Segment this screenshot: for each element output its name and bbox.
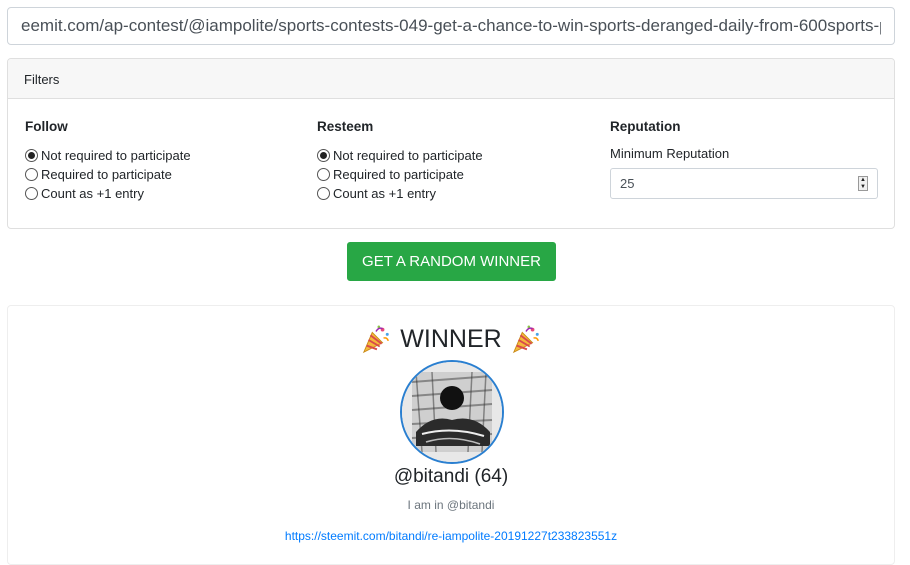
get-random-winner-button[interactable]: GET A RANDOM WINNER	[347, 242, 556, 281]
party-popper-icon	[363, 325, 390, 354]
radio-button[interactable]	[317, 168, 330, 181]
option-label: Not required to participate	[333, 148, 483, 163]
follow-option-not-required[interactable]: Not required to participate	[25, 146, 191, 165]
option-label: Count as +1 entry	[333, 186, 436, 201]
party-popper-icon	[512, 325, 539, 354]
resteem-title: Resteem	[317, 119, 374, 134]
follow-option-extra-entry[interactable]: Count as +1 entry	[25, 184, 191, 203]
minimum-reputation-input[interactable]: 25 ▲ ▼	[610, 168, 878, 199]
winner-heading: WINNER	[8, 324, 894, 354]
resteem-filter: Resteem Not required to participate Requ…	[317, 119, 483, 203]
resteem-option-required[interactable]: Required to participate	[317, 165, 483, 184]
avatar-image	[402, 362, 502, 462]
reputation-title: Reputation	[610, 119, 681, 134]
option-label: Not required to participate	[41, 148, 191, 163]
radio-button[interactable]	[25, 187, 38, 200]
contest-url-input[interactable]	[7, 7, 895, 45]
resteem-option-not-required[interactable]: Not required to participate	[317, 146, 483, 165]
winner-comment-link[interactable]: https://steemit.com/bitandi/re-iampolite…	[8, 529, 894, 543]
radio-button[interactable]	[25, 149, 38, 162]
option-label: Required to participate	[41, 167, 172, 182]
radio-button[interactable]	[317, 187, 330, 200]
winner-avatar	[400, 360, 504, 464]
radio-button[interactable]	[25, 168, 38, 181]
radio-button[interactable]	[317, 149, 330, 162]
spinner-up-icon[interactable]: ▲	[859, 177, 867, 184]
filters-card: Filters Follow Not required to participa…	[7, 58, 895, 229]
follow-title: Follow	[25, 119, 68, 134]
winner-comment: I am in @bitandi	[407, 498, 495, 512]
spinner-down-icon[interactable]: ▼	[859, 184, 867, 191]
winner-card: WINNER @bitandi (64) I am in @bitandi ht…	[7, 305, 895, 565]
minimum-reputation-label: Minimum Reputation	[610, 146, 730, 161]
option-label: Count as +1 entry	[41, 186, 144, 201]
follow-option-required[interactable]: Required to participate	[25, 165, 191, 184]
winner-title: WINNER	[400, 324, 502, 353]
reputation-value: 25	[620, 176, 635, 191]
reputation-filter: Reputation Minimum Reputation 25 ▲ ▼	[610, 119, 878, 199]
option-label: Required to participate	[333, 167, 464, 182]
resteem-option-extra-entry[interactable]: Count as +1 entry	[317, 184, 483, 203]
winner-username: @bitandi (64)	[393, 466, 509, 487]
number-spinner[interactable]: ▲ ▼	[858, 176, 868, 191]
follow-filter: Follow Not required to participate Requi…	[25, 119, 191, 203]
filters-header: Filters	[8, 59, 894, 99]
